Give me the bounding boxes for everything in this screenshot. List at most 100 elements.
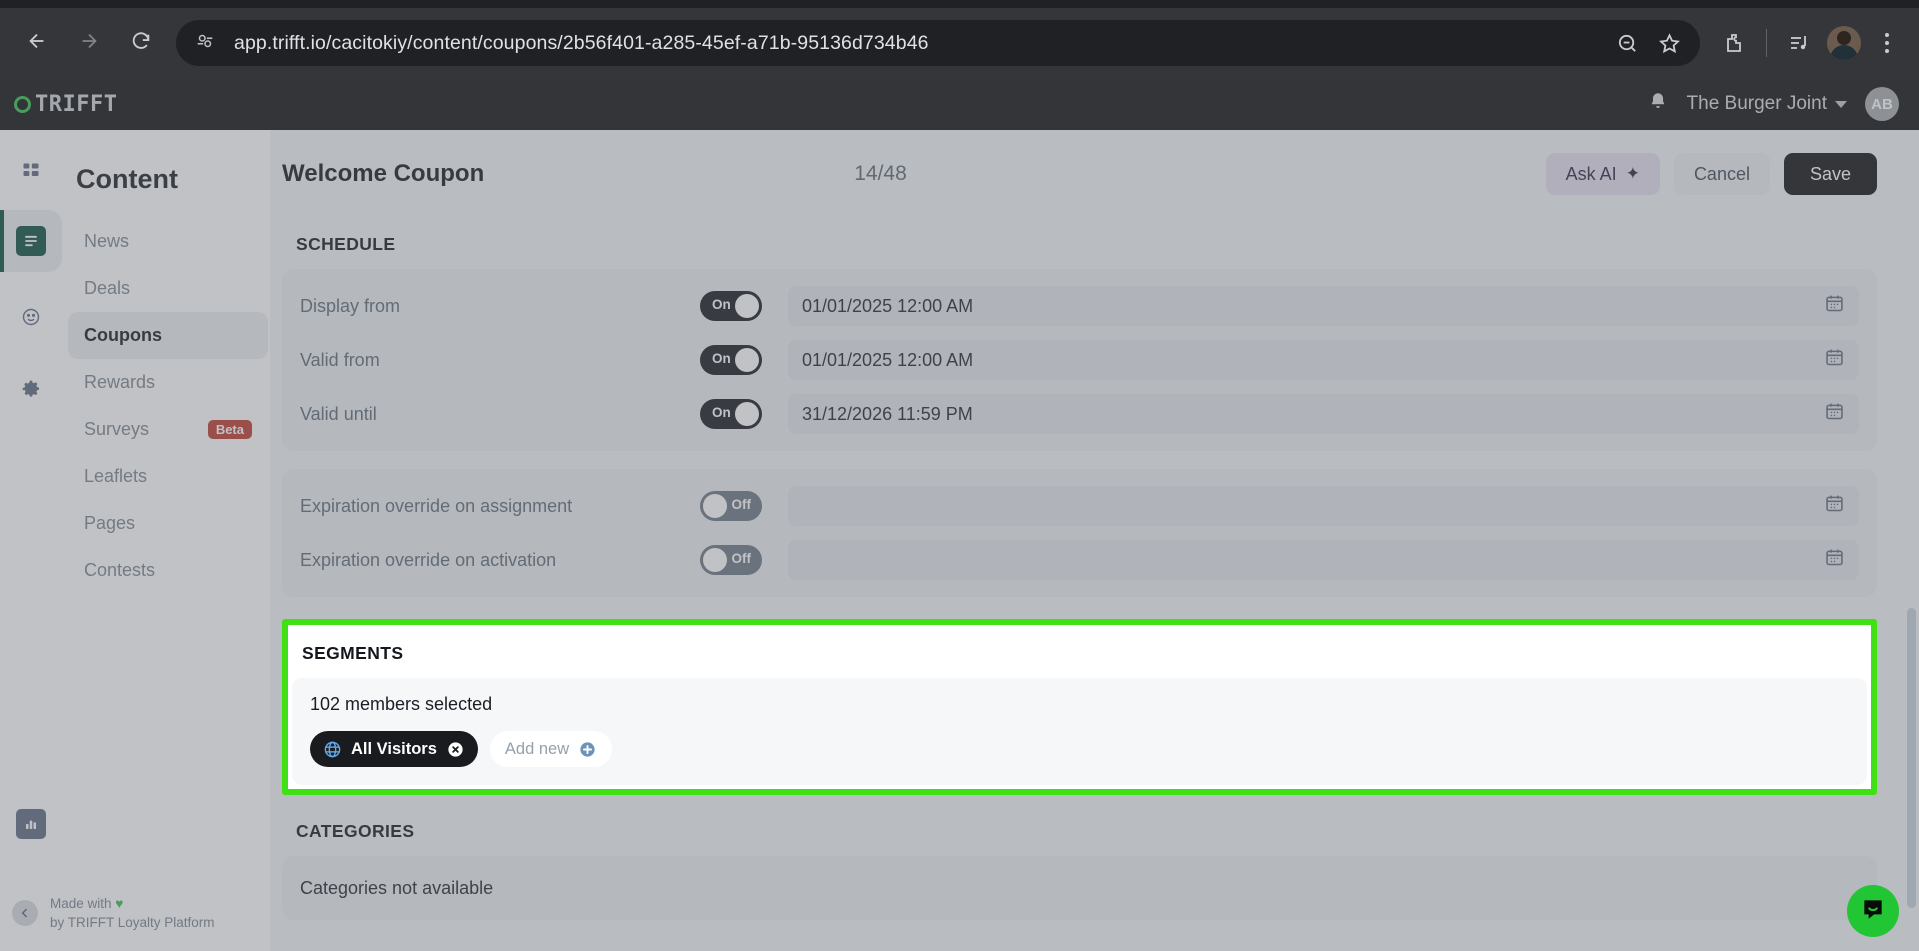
main-content: Welcome Coupon 14/48 Ask AI ✦ Cancel Sav…	[270, 130, 1919, 951]
toggle-knob	[703, 494, 727, 518]
segments-section-title: SEGMENTS	[302, 643, 404, 663]
sidebar-rail-analytics[interactable]	[0, 793, 62, 855]
categories-empty-text: Categories not available	[300, 877, 494, 898]
sparkles-icon: ✦	[1625, 164, 1640, 183]
schedule-section-title: SCHEDULE	[296, 234, 396, 254]
intercom-chat-button[interactable]	[1847, 885, 1899, 937]
url-text: app.trifft.io/cacitokiy/content/coupons/…	[234, 31, 929, 54]
valid-until-toggle[interactable]: On	[700, 399, 762, 429]
save-label: Save	[1809, 163, 1851, 184]
remove-x-icon[interactable]	[446, 740, 465, 759]
brand-logo[interactable]: TRIFFT	[14, 92, 117, 117]
address-bar[interactable]: app.trifft.io/cacitokiy/content/coupons/…	[176, 20, 1700, 66]
heart-icon: ♥	[115, 895, 124, 911]
toggle-state-label: Off	[731, 551, 752, 566]
add-new-segment-button[interactable]: Add new	[489, 731, 613, 767]
display-from-input[interactable]: 01/01/2025 12:00 AM	[788, 286, 1859, 326]
reload-button[interactable]	[120, 22, 162, 64]
toggle-state-label: On	[712, 297, 731, 312]
chrome-kebab-menu-icon[interactable]	[1867, 21, 1907, 65]
field-value: 31/12/2026 11:59 PM	[802, 403, 973, 424]
toggle-knob	[735, 294, 759, 318]
save-button[interactable]: Save	[1783, 153, 1877, 195]
smiley-icon	[16, 302, 46, 332]
calendar-icon[interactable]	[1824, 493, 1845, 519]
toggle-state-label: On	[712, 405, 731, 420]
expiration-assignment-toggle[interactable]: Off	[700, 491, 762, 521]
browser-chrome: app.trifft.io/cacitokiy/content/coupons/…	[0, 0, 1919, 78]
globe-icon	[323, 740, 342, 759]
star-icon[interactable]	[1648, 22, 1690, 64]
settings-gear-icon	[16, 374, 46, 404]
sidebar-nav-list: News Deals Coupons Rewards Surveys Beta …	[68, 218, 268, 594]
add-new-label: Add new	[504, 739, 570, 758]
form-scroll-area[interactable]: SCHEDULE Display from On 01/01/2025 12:0…	[270, 218, 1919, 951]
app-header: TRIFFT The Burger Joint AB	[0, 78, 1919, 130]
schedule-dates-card: Display from On 01/01/2025 12:00 AM Vali…	[282, 269, 1877, 451]
page-scrollbar[interactable]	[1907, 608, 1916, 908]
field-label: Expiration override on assignment	[300, 495, 573, 516]
toggle-state-label: Off	[731, 497, 752, 512]
expiration-assignment-input[interactable]	[788, 486, 1859, 526]
field-expiration-override-assignment: Expiration override on assignment Off	[282, 479, 1877, 533]
sidebar-item-news[interactable]: News	[68, 218, 268, 265]
valid-from-input[interactable]: 01/01/2025 12:00 AM	[788, 340, 1859, 380]
footer-credit: Made with ♥ by TRIFFT Loyalty Platform	[50, 894, 215, 933]
ask-ai-label: Ask AI	[1565, 163, 1617, 184]
calendar-icon[interactable]	[1824, 547, 1845, 573]
sidebar-rail-content[interactable]	[0, 210, 62, 272]
chrome-profile-avatar[interactable]	[1827, 26, 1861, 60]
reload-icon	[130, 30, 152, 57]
bell-icon[interactable]	[1647, 91, 1669, 118]
sidebar-item-contests[interactable]: Contests	[68, 547, 268, 594]
back-button[interactable]	[16, 22, 58, 64]
sidebar-item-label: Deals	[84, 278, 131, 298]
sidebar-rail-dashboard[interactable]	[0, 140, 62, 202]
calendar-icon[interactable]	[1824, 347, 1845, 373]
sidebar-item-label: Rewards	[84, 372, 156, 392]
sidebar-item-deals[interactable]: Deals	[68, 265, 268, 312]
status-badge: Beta	[207, 420, 252, 439]
back-arrow-icon	[26, 30, 48, 57]
field-display-from: Display from On 01/01/2025 12:00 AM	[282, 279, 1877, 333]
sidebar: Content News Deals Coupons Rewards Surve…	[0, 130, 270, 951]
sidebar-item-coupons[interactable]: Coupons	[68, 312, 268, 359]
calendar-icon[interactable]	[1824, 293, 1845, 319]
field-valid-from: Valid from On 01/01/2025 12:00 AM	[282, 333, 1877, 387]
cancel-button[interactable]: Cancel	[1673, 153, 1770, 195]
app-header-actions: The Burger Joint AB	[1647, 87, 1899, 121]
media-playlist-icon[interactable]	[1777, 21, 1821, 65]
sidebar-item-surveys[interactable]: Surveys Beta	[68, 406, 268, 453]
sidebar-icon-rail	[0, 130, 62, 951]
valid-until-input[interactable]: 31/12/2026 11:59 PM	[788, 394, 1859, 434]
avatar[interactable]: AB	[1865, 87, 1899, 121]
valid-from-toggle[interactable]: On	[700, 345, 762, 375]
extensions-puzzle-icon[interactable]	[1712, 21, 1756, 65]
categories-empty-row: Categories not available	[282, 866, 1877, 910]
item-counter: 14/48	[854, 162, 907, 185]
page-title: Welcome Coupon	[282, 160, 485, 187]
expiration-activation-toggle[interactable]: Off	[700, 545, 762, 575]
org-switcher[interactable]: The Burger Joint	[1687, 93, 1847, 115]
sidebar-item-rewards[interactable]: Rewards	[68, 359, 268, 406]
sidebar-rail-settings[interactable]	[0, 358, 62, 420]
plus-circle-icon	[578, 740, 597, 759]
sidebar-item-leaflets[interactable]: Leaflets	[68, 453, 268, 500]
forward-button[interactable]	[68, 22, 110, 64]
footer-line-2: by TRIFFT Loyalty Platform	[50, 915, 215, 931]
analytics-bar-chart-icon	[16, 809, 46, 839]
display-from-toggle[interactable]: On	[700, 291, 762, 321]
ask-ai-button[interactable]: Ask AI ✦	[1545, 153, 1660, 195]
expiration-activation-input[interactable]	[788, 540, 1859, 580]
chevron-left-icon[interactable]	[12, 900, 38, 927]
sidebar-item-label: Pages	[84, 513, 136, 533]
sidebar-rail-engagement[interactable]	[0, 286, 62, 348]
segment-chip-all-visitors[interactable]: All Visitors	[310, 731, 478, 767]
site-settings-icon[interactable]	[194, 30, 220, 56]
zoom-out-icon[interactable]	[1606, 22, 1648, 64]
sidebar-item-pages[interactable]: Pages	[68, 500, 268, 547]
calendar-icon[interactable]	[1824, 401, 1845, 427]
header-actions: Ask AI ✦ Cancel Save	[1545, 153, 1877, 195]
segment-chip-list: All Visitors Add new	[310, 731, 1849, 767]
sidebar-item-label: Surveys	[84, 419, 150, 439]
